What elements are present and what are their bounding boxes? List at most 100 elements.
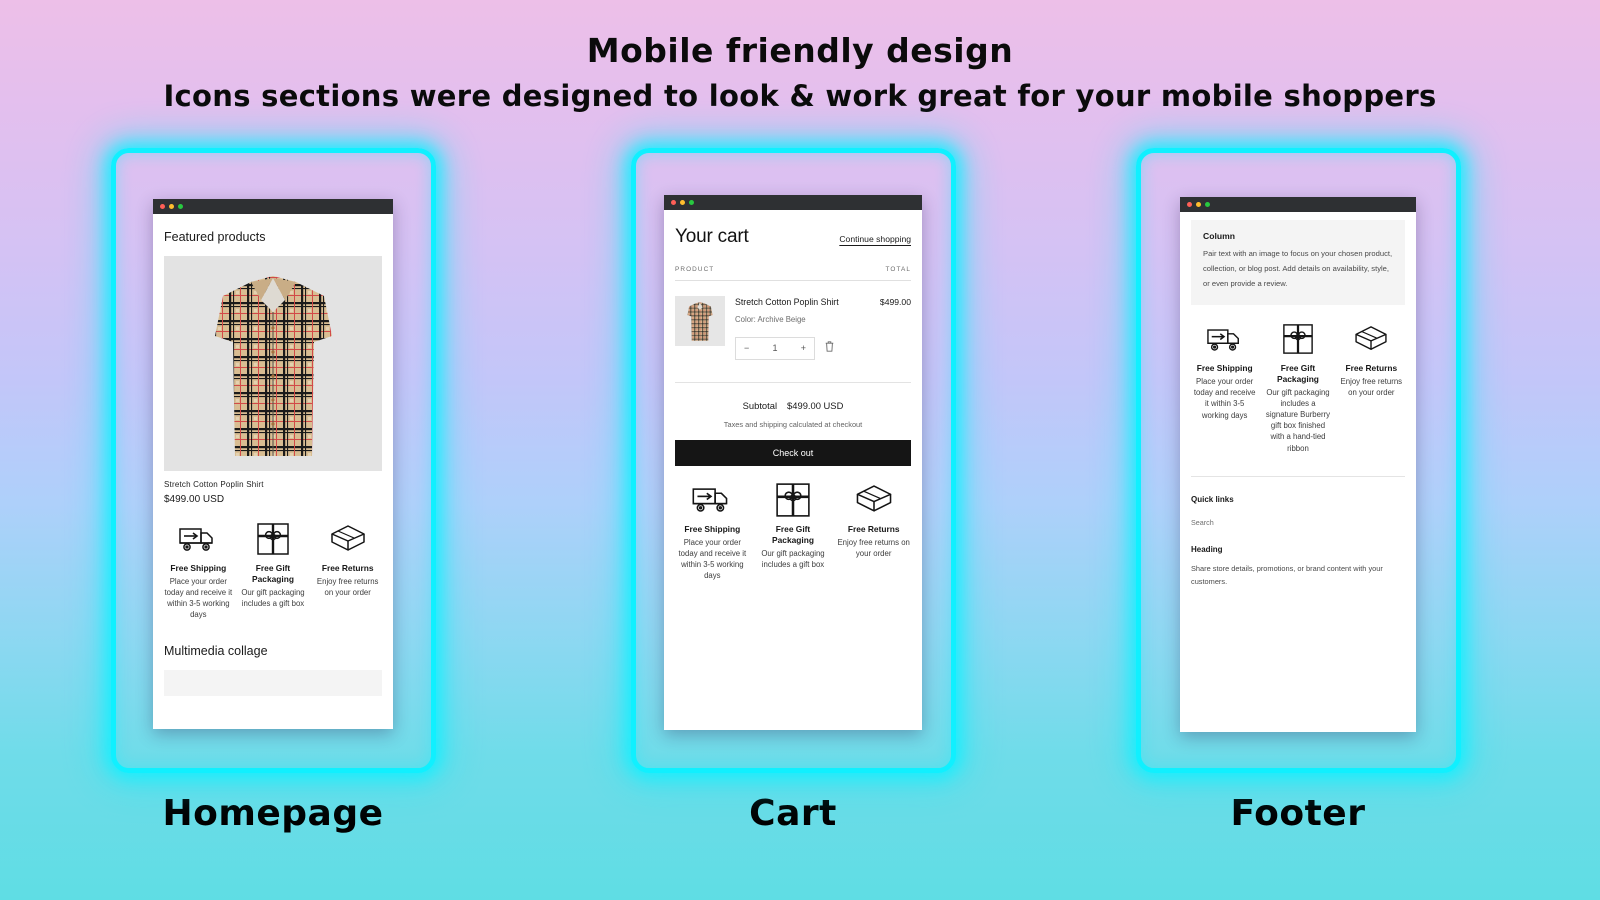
page-subtitle: Icons sections were designed to look & w… — [163, 79, 1437, 114]
gift-box-icon — [775, 482, 811, 518]
feature-icons-row-footer: Free Shipping Place your order today and… — [1191, 321, 1405, 453]
feature-returns-title: Free Returns — [321, 563, 374, 573]
feature-returns: Free Returns Enjoy free returns on your … — [1338, 321, 1405, 398]
column-title: Column — [1203, 231, 1235, 241]
window-titlebar — [1180, 197, 1416, 212]
close-dot-icon[interactable] — [1187, 202, 1192, 207]
column-text: Pair text with an image to focus on your… — [1203, 249, 1393, 288]
caption-footer: Footer — [1230, 793, 1366, 834]
mockup-stage: Featured products Stretch Cotton Poplin … — [0, 148, 1600, 868]
minimize-dot-icon[interactable] — [169, 204, 174, 209]
browser-window-homepage: Featured products Stretch Cotton Poplin … — [153, 199, 393, 729]
subtotal-label: Subtotal — [742, 399, 778, 411]
mockup-footer: Column Pair text with an image to focus … — [1133, 148, 1463, 834]
subtotal-value: $499.00 USD — [787, 399, 844, 411]
cart-subtotal-row: Subtotal $499.00 USD — [675, 400, 911, 411]
cart-line-item: Stretch Cotton Poplin Shirt $499.00 Colo… — [675, 296, 911, 360]
column-card: Column Pair text with an image to focus … — [1191, 220, 1405, 306]
caption-cart: Cart — [749, 793, 837, 834]
feature-returns-title: Free Returns — [847, 523, 900, 534]
divider — [675, 381, 911, 383]
delivery-truck-icon — [1206, 321, 1243, 357]
open-box-icon — [330, 521, 366, 557]
divider — [675, 280, 911, 281]
feature-shipping: Free Shipping Place your order today and… — [675, 482, 750, 581]
feature-shipping: Free Shipping Place your order today and… — [1191, 321, 1258, 420]
quantity-decrease-button[interactable]: − — [744, 343, 749, 353]
checkout-button[interactable]: Check out — [675, 439, 911, 466]
feature-gift-text: Our gift packaging includes a signature … — [1265, 388, 1331, 453]
feature-returns-text: Enjoy free returns on your order — [316, 576, 379, 597]
tax-note: Taxes and shipping calculated at checkou… — [723, 419, 863, 429]
cart-item-details: Stretch Cotton Poplin Shirt $499.00 Colo… — [735, 296, 911, 360]
window-titlebar — [153, 199, 393, 214]
mockup-cart: Your cart Continue shopping PRODUCT TOTA… — [628, 148, 958, 834]
feature-icons-row-cart: Free Shipping Place your order today and… — [675, 482, 911, 581]
footer-heading-title: Heading — [1191, 544, 1223, 554]
continue-shopping-link[interactable]: Continue shopping — [839, 234, 911, 244]
open-box-icon — [1354, 321, 1388, 357]
quick-link-search[interactable]: Search — [1191, 518, 1405, 527]
featured-products-title: Featured products — [164, 230, 266, 244]
feature-gift-title: Free Gift Packaging — [252, 563, 294, 584]
page-title: Mobile friendly design — [586, 31, 1014, 70]
maximize-dot-icon[interactable] — [178, 204, 183, 209]
multimedia-collage-title: Multimedia collage — [164, 644, 268, 659]
maximize-dot-icon[interactable] — [689, 200, 694, 205]
feature-returns-text: Enjoy free returns on your order — [1340, 377, 1403, 398]
neon-frame-homepage: Featured products Stretch Cotton Poplin … — [110, 148, 436, 773]
minimize-dot-icon[interactable] — [680, 200, 685, 205]
cart-header: Your cart Continue shopping — [675, 226, 911, 248]
open-box-icon — [855, 482, 893, 518]
mockup-homepage: Featured products Stretch Cotton Poplin … — [108, 148, 438, 834]
feature-returns-title: Free Returns — [1345, 363, 1398, 374]
close-dot-icon[interactable] — [160, 204, 165, 209]
feature-shipping-title: Free Shipping — [1196, 363, 1253, 374]
col-total-label: TOTAL — [885, 266, 911, 273]
cart-item-thumbnail[interactable] — [675, 296, 725, 346]
neon-frame-cart: Your cart Continue shopping PRODUCT TOTA… — [630, 148, 956, 773]
cart-item-price: $499.00 — [879, 297, 911, 307]
cart-quantity-row: − 1 + — [735, 336, 911, 360]
product-image[interactable] — [164, 256, 382, 471]
window-titlebar — [664, 195, 922, 210]
feature-gift: Free Gift Packaging Our gift packaging i… — [756, 482, 831, 570]
cart-item-variant: Color: Archive Beige — [735, 314, 806, 324]
delivery-truck-icon — [692, 482, 732, 518]
cart-item-row: Stretch Cotton Poplin Shirt $499.00 — [735, 296, 911, 309]
col-product-label: PRODUCT — [675, 266, 715, 273]
product-name[interactable]: Stretch Cotton Poplin Shirt — [164, 480, 382, 489]
homepage-content: Featured products Stretch Cotton Poplin … — [153, 214, 393, 729]
feature-returns: Free Returns Enjoy free returns on your … — [313, 521, 382, 598]
browser-window-cart: Your cart Continue shopping PRODUCT TOTA… — [664, 195, 922, 730]
feature-gift-text: Our gift packaging includes a gift box — [761, 548, 825, 569]
feature-gift: Free Gift Packaging Our gift packaging i… — [1264, 321, 1331, 453]
feature-shipping-title: Free Shipping — [684, 523, 741, 534]
minimize-dot-icon[interactable] — [1196, 202, 1201, 207]
feature-gift-text: Our gift packaging includes a gift box — [241, 587, 305, 608]
cart-column-headers: PRODUCT TOTAL — [675, 266, 911, 273]
trash-icon[interactable] — [825, 341, 834, 355]
page-header: Mobile friendly design Icons sections we… — [0, 30, 1600, 116]
quantity-stepper[interactable]: − 1 + — [735, 336, 815, 360]
product-price: $499.00 USD — [164, 494, 225, 505]
cart-content: Your cart Continue shopping PRODUCT TOTA… — [664, 210, 922, 730]
gift-box-icon — [1282, 321, 1314, 357]
gift-box-icon — [256, 521, 290, 557]
footer-heading-text: Share store details, promotions, or bran… — [1191, 563, 1383, 587]
feature-shipping-text: Place your order today and receive it wi… — [164, 576, 233, 620]
feature-returns: Free Returns Enjoy free returns on your … — [836, 482, 911, 559]
close-dot-icon[interactable] — [671, 200, 676, 205]
feature-shipping-text: Place your order today and receive it wi… — [1193, 377, 1256, 420]
feature-gift-title: Free Gift Packaging — [1277, 363, 1319, 385]
quantity-increase-button[interactable]: + — [801, 343, 806, 353]
quick-links-title: Quick links — [1191, 494, 1234, 504]
feature-returns-text: Enjoy free returns on your order — [837, 537, 910, 558]
feature-shipping: Free Shipping Place your order today and… — [164, 521, 233, 620]
cart-item-name[interactable]: Stretch Cotton Poplin Shirt — [735, 296, 839, 309]
shirt-thumb-svg — [687, 302, 713, 341]
maximize-dot-icon[interactable] — [1205, 202, 1210, 207]
caption-homepage: Homepage — [162, 793, 384, 834]
quantity-value[interactable]: 1 — [772, 343, 777, 353]
divider — [1191, 475, 1405, 477]
